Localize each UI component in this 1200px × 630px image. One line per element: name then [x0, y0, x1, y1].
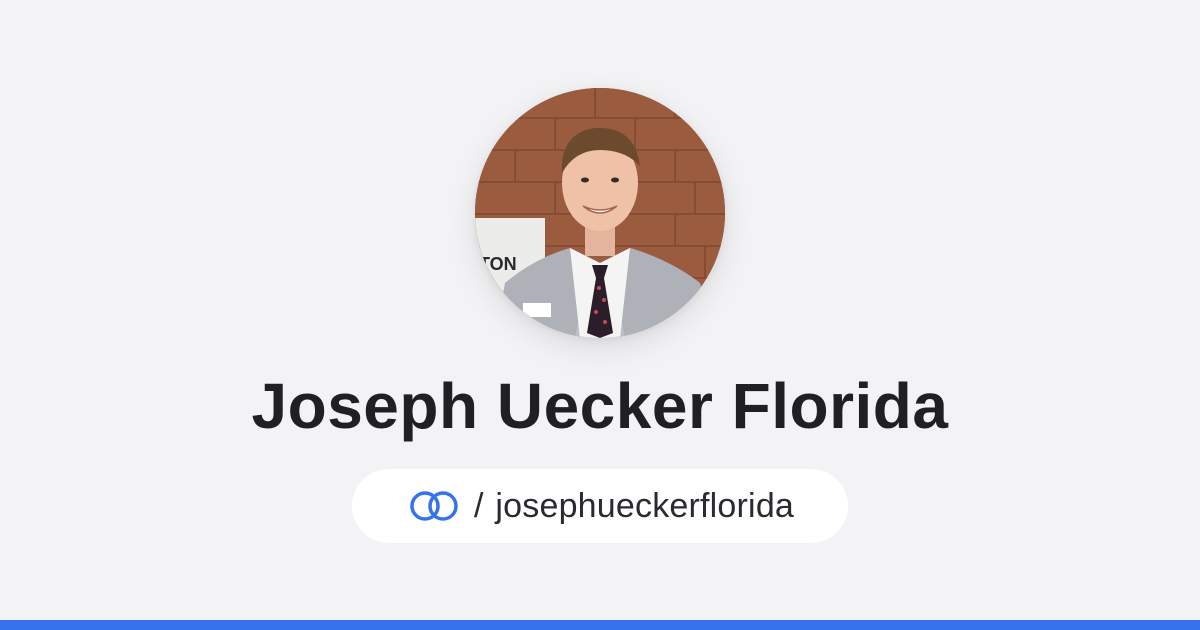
svg-text:TON: TON: [479, 254, 517, 274]
handle-separator: /: [473, 486, 484, 525]
linked-rings-icon: [410, 491, 458, 521]
profile-handle: josephueckerflorida: [495, 486, 795, 525]
avatar: TON: [475, 88, 725, 338]
profile-link-button[interactable]: / josephueckerflorida: [352, 469, 848, 543]
profile-name: Joseph Uecker Florida: [251, 370, 949, 442]
accent-bar: [0, 620, 1200, 630]
avatar-photo: TON: [475, 88, 725, 338]
